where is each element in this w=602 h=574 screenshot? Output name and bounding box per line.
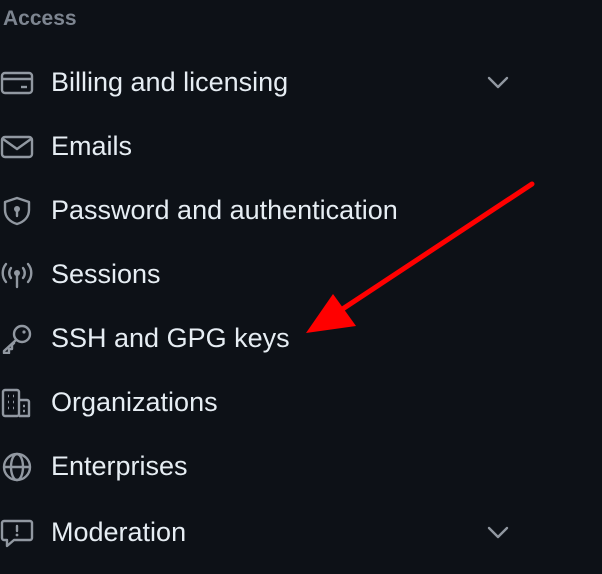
sidebar-item-organizations[interactable]: Organizations bbox=[0, 376, 530, 428]
sidebar-item-label: Enterprises bbox=[51, 451, 188, 481]
sidebar-item-label: Moderation bbox=[51, 517, 187, 547]
mail-icon bbox=[0, 132, 34, 162]
chevron-down-icon[interactable] bbox=[484, 70, 512, 94]
sidebar-item-label: Emails bbox=[51, 131, 133, 161]
sidebar-item-enterprises[interactable]: Enterprises bbox=[0, 440, 530, 492]
sidebar-item-billing-and-licensing[interactable]: Billing and licensing bbox=[0, 56, 530, 108]
sidebar-item-label: SSH and GPG keys bbox=[51, 323, 290, 353]
sidebar-item-sessions[interactable]: Sessions bbox=[0, 248, 530, 300]
sidebar-item-emails[interactable]: Emails bbox=[0, 120, 530, 172]
sidebar-item-password-and-authentication[interactable]: Password and authentication bbox=[0, 184, 530, 236]
broadcast-icon bbox=[0, 260, 34, 290]
sidebar-item-label: Password and authentication bbox=[51, 195, 398, 225]
report-icon bbox=[0, 518, 34, 548]
sidebar-item-moderation[interactable]: Moderation bbox=[0, 506, 530, 558]
chevron-down-icon[interactable] bbox=[484, 520, 512, 544]
sidebar-item-label: Organizations bbox=[51, 387, 218, 417]
globe-icon bbox=[0, 452, 34, 482]
section-heading: Access bbox=[3, 7, 77, 30]
shield-lock-icon bbox=[0, 196, 34, 226]
organization-icon bbox=[0, 388, 34, 418]
key-icon bbox=[0, 324, 34, 354]
credit-card-icon bbox=[0, 68, 34, 98]
sidebar-item-label: Sessions bbox=[51, 259, 161, 289]
sidebar-item-label: Billing and licensing bbox=[51, 67, 289, 97]
sidebar-item-ssh-and-gpg-keys[interactable]: SSH and GPG keys bbox=[0, 312, 530, 364]
